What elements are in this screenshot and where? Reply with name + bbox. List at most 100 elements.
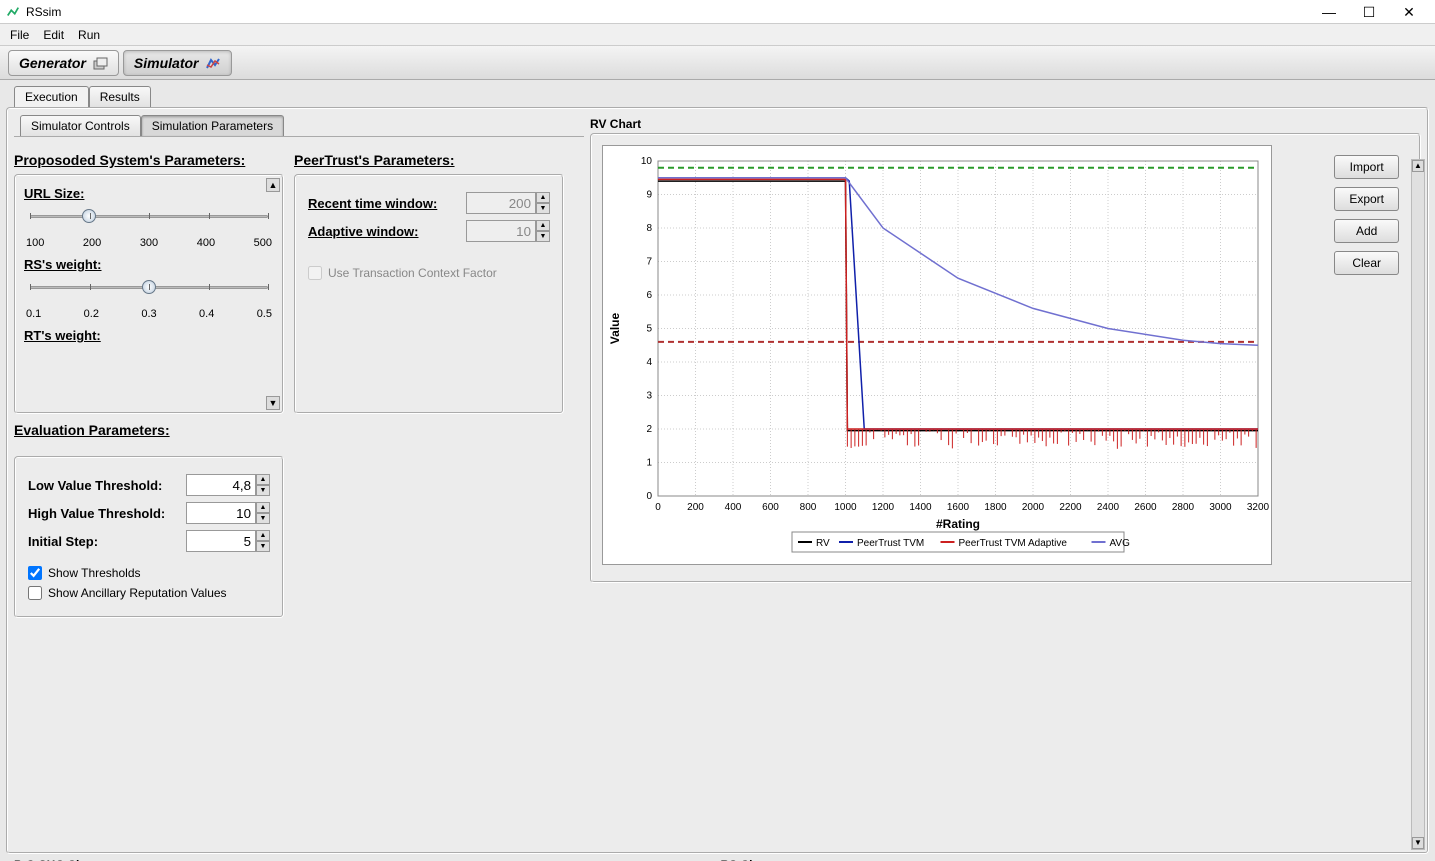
high-down[interactable]: ▼ <box>256 513 270 524</box>
menubar: File Edit Run <box>0 24 1435 46</box>
show-anc-label: Show Ancillary Reputation Values <box>48 586 227 600</box>
tcf-label: Use Transaction Context Factor <box>328 266 497 280</box>
svg-text:PeerTrust TVM Adaptive: PeerTrust TVM Adaptive <box>959 538 1068 549</box>
svg-text:2600: 2600 <box>1134 502 1157 513</box>
rs-weight-label: RS's weight: <box>24 257 274 272</box>
rv-chart: 0200400600800100012001400160018002000220… <box>603 146 1273 566</box>
adaptive-down[interactable]: ▼ <box>536 231 550 242</box>
menu-edit[interactable]: Edit <box>37 26 70 44</box>
peer-panel: Recent time window: ▲▼ Adaptive window: <box>294 174 564 414</box>
rs-weight-slider[interactable] <box>24 276 274 308</box>
svg-text:3200: 3200 <box>1247 502 1270 513</box>
export-button[interactable]: Export <box>1334 187 1399 211</box>
step-input[interactable] <box>186 530 256 552</box>
url-size-label: URL Size: <box>24 186 274 201</box>
prop-scroll-down[interactable]: ▼ <box>266 396 280 410</box>
svg-text:6: 6 <box>646 290 652 301</box>
titlebar: RSsim — ☐ ✕ <box>0 0 1435 24</box>
tick: 200 <box>83 237 101 249</box>
svg-text:1400: 1400 <box>909 502 932 513</box>
high-input[interactable] <box>186 502 256 524</box>
svg-text:Value: Value <box>608 313 622 345</box>
close-button[interactable]: ✕ <box>1389 1 1429 23</box>
generator-label: Generator <box>19 55 86 71</box>
step-label: Initial Step: <box>28 534 98 549</box>
eval-panel: Low Value Threshold: ▲▼ High Value Thres… <box>14 456 284 618</box>
tick: 300 <box>140 237 158 249</box>
svg-text:10: 10 <box>641 156 653 167</box>
svg-text:1200: 1200 <box>872 502 895 513</box>
scroll-down-icon[interactable]: ▼ <box>1412 837 1424 849</box>
high-up[interactable]: ▲ <box>256 502 270 513</box>
svg-text:1000: 1000 <box>834 502 857 513</box>
tick: 0.2 <box>84 308 99 320</box>
svg-text:1: 1 <box>646 458 652 469</box>
generator-icon <box>92 55 108 71</box>
menu-file[interactable]: File <box>4 26 35 44</box>
app-icon <box>6 5 20 19</box>
tab-results[interactable]: Results <box>89 86 151 107</box>
tick: 0.1 <box>26 308 41 320</box>
prop-scroll-up[interactable]: ▲ <box>266 178 280 192</box>
generator-button[interactable]: Generator <box>8 50 119 76</box>
low-down[interactable]: ▼ <box>256 485 270 496</box>
tab-execution[interactable]: Execution <box>14 86 89 107</box>
svg-text:9: 9 <box>646 190 652 201</box>
svg-text:400: 400 <box>725 502 742 513</box>
low-up[interactable]: ▲ <box>256 474 270 485</box>
add-button[interactable]: Add <box>1334 219 1399 243</box>
simulator-icon <box>205 55 221 71</box>
svg-text:3000: 3000 <box>1209 502 1232 513</box>
step-down[interactable]: ▼ <box>256 541 270 552</box>
simulator-label: Simulator <box>134 55 199 71</box>
rv-chart-title: RV Chart <box>590 117 1421 131</box>
recent-down[interactable]: ▼ <box>536 203 550 214</box>
low-input[interactable] <box>186 474 256 496</box>
menu-run[interactable]: Run <box>72 26 106 44</box>
clear-button[interactable]: Clear <box>1334 251 1399 275</box>
svg-text:2200: 2200 <box>1059 502 1082 513</box>
tick: 0.3 <box>141 308 156 320</box>
tick: 400 <box>197 237 215 249</box>
peer-heading: PeerTrust's Parameters: <box>294 152 564 168</box>
tick: 0.4 <box>199 308 214 320</box>
maximize-button[interactable]: ☐ <box>1349 1 1389 23</box>
tab-sim-params[interactable]: Simulation Parameters <box>141 115 284 136</box>
step-up[interactable]: ▲ <box>256 530 270 541</box>
tcf-checkbox[interactable] <box>308 266 322 280</box>
adaptive-label: Adaptive window: <box>308 224 419 239</box>
tick: 100 <box>26 237 44 249</box>
top-tabs: Execution Results <box>14 86 1429 107</box>
svg-text:3: 3 <box>646 391 652 402</box>
svg-text:2: 2 <box>646 424 652 435</box>
scroll-up-icon[interactable]: ▲ <box>1412 160 1424 172</box>
recent-label: Recent time window: <box>308 196 437 211</box>
svg-text:600: 600 <box>762 502 779 513</box>
svg-text:5: 5 <box>646 324 652 335</box>
main-scrollbar[interactable]: ▲ ▼ <box>1411 159 1425 850</box>
url-size-slider[interactable] <box>24 205 274 237</box>
svg-text:8: 8 <box>646 223 652 234</box>
show-thresh-checkbox[interactable] <box>28 566 42 580</box>
show-anc-checkbox[interactable] <box>28 586 42 600</box>
svg-text:1800: 1800 <box>984 502 1007 513</box>
simulator-button[interactable]: Simulator <box>123 50 232 76</box>
svg-text:0: 0 <box>646 491 652 502</box>
recent-up[interactable]: ▲ <box>536 192 550 203</box>
proposed-panel: ▲ ▼ URL Size: <box>14 174 284 414</box>
recent-input[interactable] <box>466 192 536 214</box>
high-label: High Value Threshold: <box>28 506 165 521</box>
proposed-heading: Proposoded System's Parameters: <box>14 152 284 168</box>
adaptive-up[interactable]: ▲ <box>536 220 550 231</box>
minimize-button[interactable]: — <box>1309 1 1349 23</box>
tab-sim-controls[interactable]: Simulator Controls <box>20 115 141 136</box>
svg-text:PeerTrust TVM: PeerTrust TVM <box>857 538 924 549</box>
adaptive-input[interactable] <box>466 220 536 242</box>
rt-weight-label: RT's weight: <box>24 328 274 343</box>
sim-tabs: Simulator Controls Simulation Parameters <box>20 115 584 136</box>
low-label: Low Value Threshold: <box>28 478 162 493</box>
svg-text:2000: 2000 <box>1022 502 1045 513</box>
svg-text:2800: 2800 <box>1172 502 1195 513</box>
import-button[interactable]: Import <box>1334 155 1399 179</box>
window-title: RSsim <box>26 5 1309 19</box>
